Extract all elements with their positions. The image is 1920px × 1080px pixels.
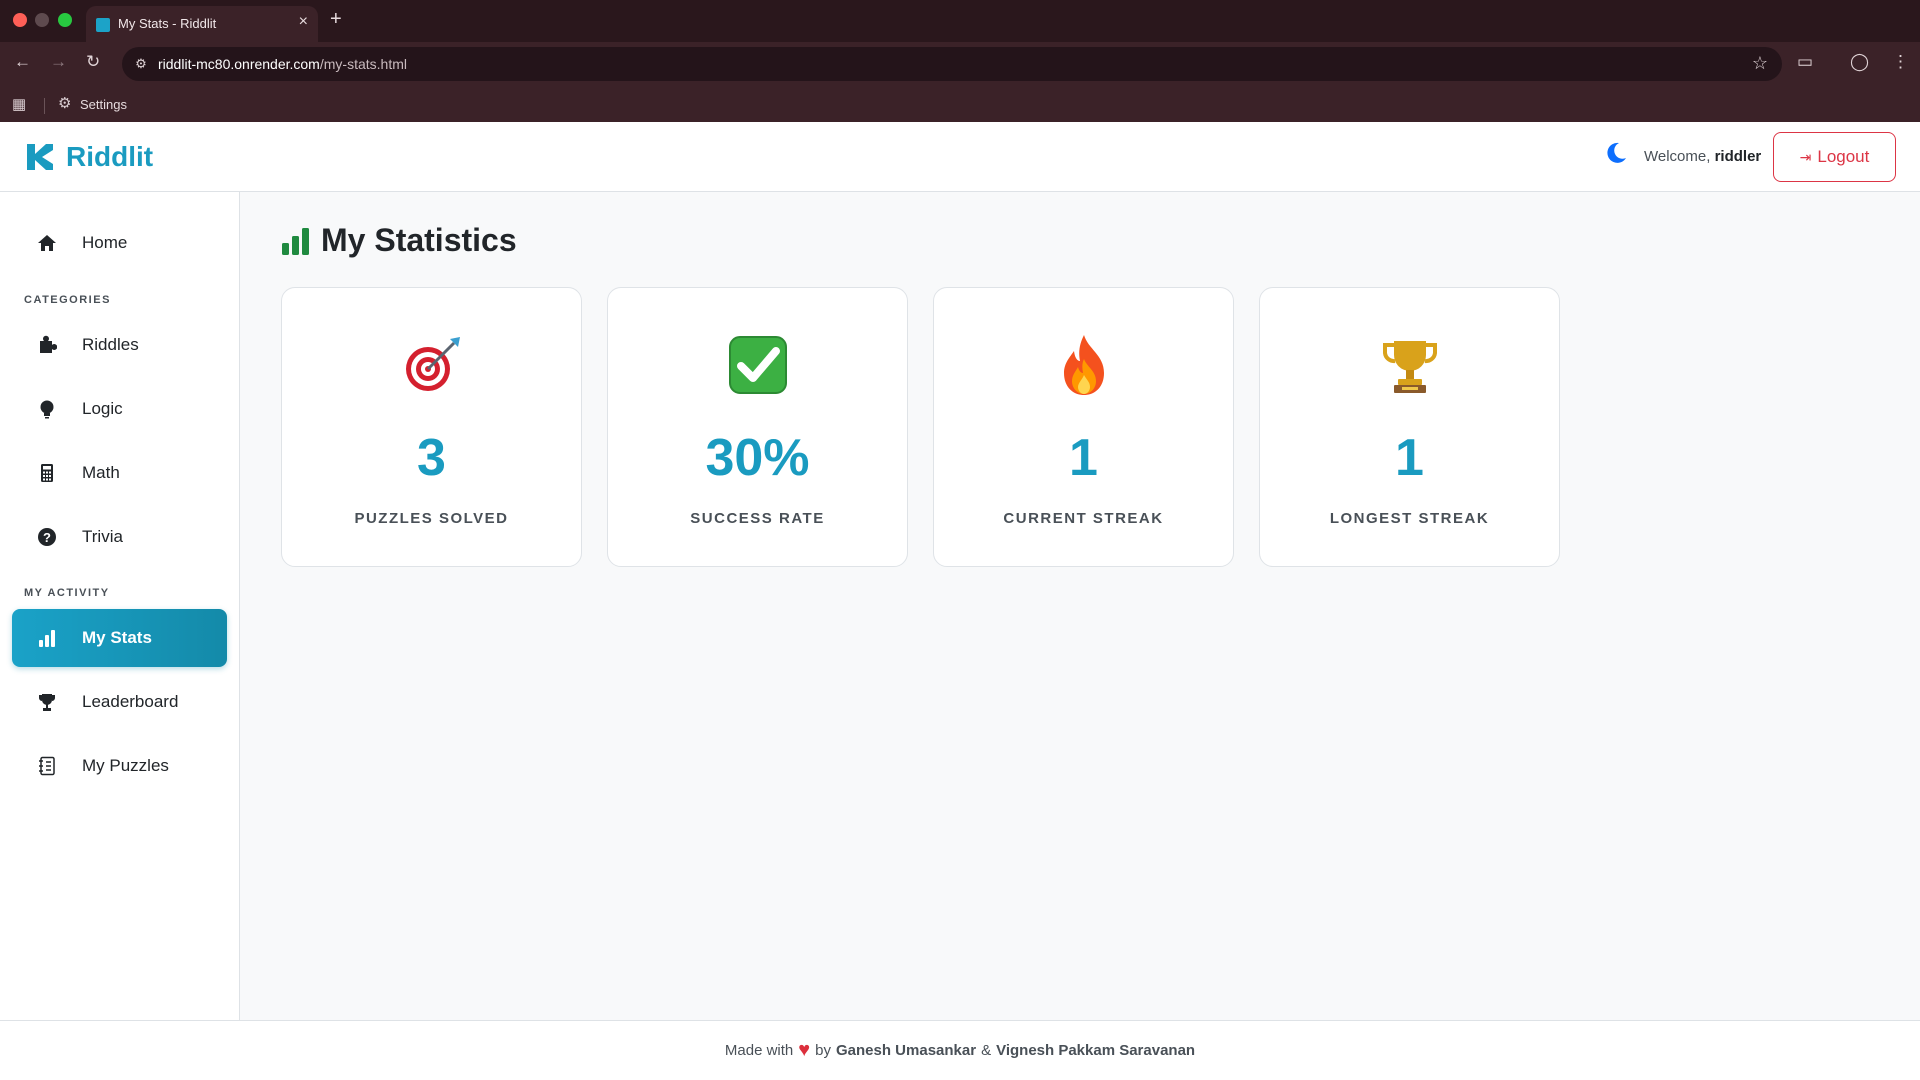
moon-icon[interactable] <box>1604 141 1628 165</box>
trophy-icon <box>36 691 58 713</box>
back-icon[interactable]: ← <box>14 52 31 72</box>
stat-card-current-streak: 1 CURRENT STREAK <box>933 287 1234 567</box>
minimize-window-button[interactable] <box>35 13 49 27</box>
question-circle-icon: ? <box>36 526 58 548</box>
footer-author-1: Ganesh Umasankar <box>836 1042 977 1059</box>
stat-label: SUCCESS RATE <box>690 510 825 527</box>
browser-tab[interactable]: My Stats - Riddlit × <box>86 6 318 42</box>
stat-card-longest-streak: 1 LONGEST STREAK <box>1259 287 1560 567</box>
stat-card-success-rate: 30% SUCCESS RATE <box>607 287 908 567</box>
maximize-window-button[interactable] <box>58 13 72 27</box>
sidebar-item-trivia[interactable]: ? Trivia <box>12 508 227 566</box>
lightbulb-icon <box>36 398 58 420</box>
settings-gear-icon[interactable]: ⚙ <box>58 94 71 112</box>
bookmark-separator <box>44 98 45 114</box>
puzzle-icon <box>36 334 58 356</box>
logout-button[interactable]: ⇥ Logout <box>1773 132 1896 182</box>
calculator-icon <box>36 462 58 484</box>
url-text[interactable]: riddlit-mc80.onrender.com/my-stats.html <box>158 56 407 72</box>
journal-icon <box>36 755 58 777</box>
bookmarks-bar: ▦ ⚙ Settings <box>0 92 1920 122</box>
footer-author-2: Vignesh Pakkam Saravanan <box>996 1042 1196 1059</box>
stat-label: LONGEST STREAK <box>1329 510 1490 527</box>
footer-made-with: Made with <box>724 1042 794 1059</box>
brand-name[interactable]: Riddlit <box>66 141 153 173</box>
tab-bar: My Stats - Riddlit × + <box>0 0 1920 42</box>
home-icon <box>36 232 58 254</box>
target-icon <box>282 333 581 397</box>
svg-text:?: ? <box>43 530 51 545</box>
page-heading: My Statistics <box>321 222 517 258</box>
welcome-text: Welcome, riddler <box>1644 148 1762 165</box>
tab-title: My Stats - Riddlit <box>118 16 217 31</box>
footer-ampersand: & <box>981 1042 992 1059</box>
check-icon <box>608 333 907 397</box>
sidebar-item-math[interactable]: Math <box>12 444 227 502</box>
trophy-icon <box>1260 333 1559 397</box>
stat-card-puzzles-solved: 3 PUZZLES SOLVED <box>281 287 582 567</box>
apps-grid-icon[interactable]: ▦ <box>12 95 26 113</box>
logout-icon: ⇥ <box>1799 148 1812 165</box>
sidebar: Home CATEGORIES Riddles Logic Math ? Tri… <box>0 192 240 1020</box>
sidebar-item-my-puzzles[interactable]: My Puzzles <box>12 737 227 795</box>
categories-heading: CATEGORIES <box>24 294 111 306</box>
page-title: My Statistics <box>281 222 517 259</box>
profile-icon[interactable]: ◯ <box>1850 52 1869 72</box>
app-header: Riddlit Welcome, riddler ⇥ Logout <box>0 122 1920 192</box>
stat-label: PUZZLES SOLVED <box>354 510 509 527</box>
bar-chart-icon <box>36 627 58 649</box>
site-info-icon[interactable]: ⚙ <box>132 55 150 73</box>
my-activity-heading: MY ACTIVITY <box>24 587 110 599</box>
sidebar-item-my-stats[interactable]: My Stats <box>12 609 227 667</box>
sidebar-item-leaderboard[interactable]: Leaderboard <box>12 673 227 731</box>
footer-by: by <box>815 1042 831 1059</box>
forward-icon[interactable]: → <box>50 52 67 72</box>
favicon-icon <box>96 18 110 32</box>
close-window-button[interactable] <box>13 13 27 27</box>
fire-icon <box>934 333 1233 397</box>
cast-icon[interactable]: ▭ <box>1797 52 1813 72</box>
username: riddler <box>1714 148 1762 165</box>
sidebar-item-home[interactable]: Home <box>12 214 227 272</box>
stat-value: 3 <box>417 429 446 487</box>
menu-icon[interactable]: ⋮ <box>1892 52 1909 72</box>
reload-icon[interactable]: ↻ <box>86 52 100 72</box>
sidebar-item-riddles[interactable]: Riddles <box>12 316 227 374</box>
bookmark-settings[interactable]: Settings <box>80 97 127 112</box>
heart-icon: ♥ <box>798 1039 811 1061</box>
stat-label: CURRENT STREAK <box>1003 510 1164 527</box>
footer: Made with ♥ by Ganesh Umasankar & Vignes… <box>0 1020 1920 1080</box>
bar-chart-icon <box>282 227 309 255</box>
riddlit-logo-icon[interactable] <box>27 144 53 170</box>
stat-value: 1 <box>1395 429 1424 487</box>
stat-value: 1 <box>1069 429 1098 487</box>
close-tab-icon[interactable]: × <box>299 13 308 31</box>
stat-value: 30% <box>705 429 810 487</box>
bookmark-star-icon[interactable]: ☆ <box>1752 53 1768 74</box>
sidebar-item-logic[interactable]: Logic <box>12 380 227 438</box>
new-tab-icon[interactable]: + <box>330 8 342 31</box>
address-bar[interactable]: ⚙ riddlit-mc80.onrender.com/my-stats.htm… <box>122 47 1782 81</box>
browser-chrome: My Stats - Riddlit × + ← → ↻ ⚙ riddlit-m… <box>0 0 1920 122</box>
